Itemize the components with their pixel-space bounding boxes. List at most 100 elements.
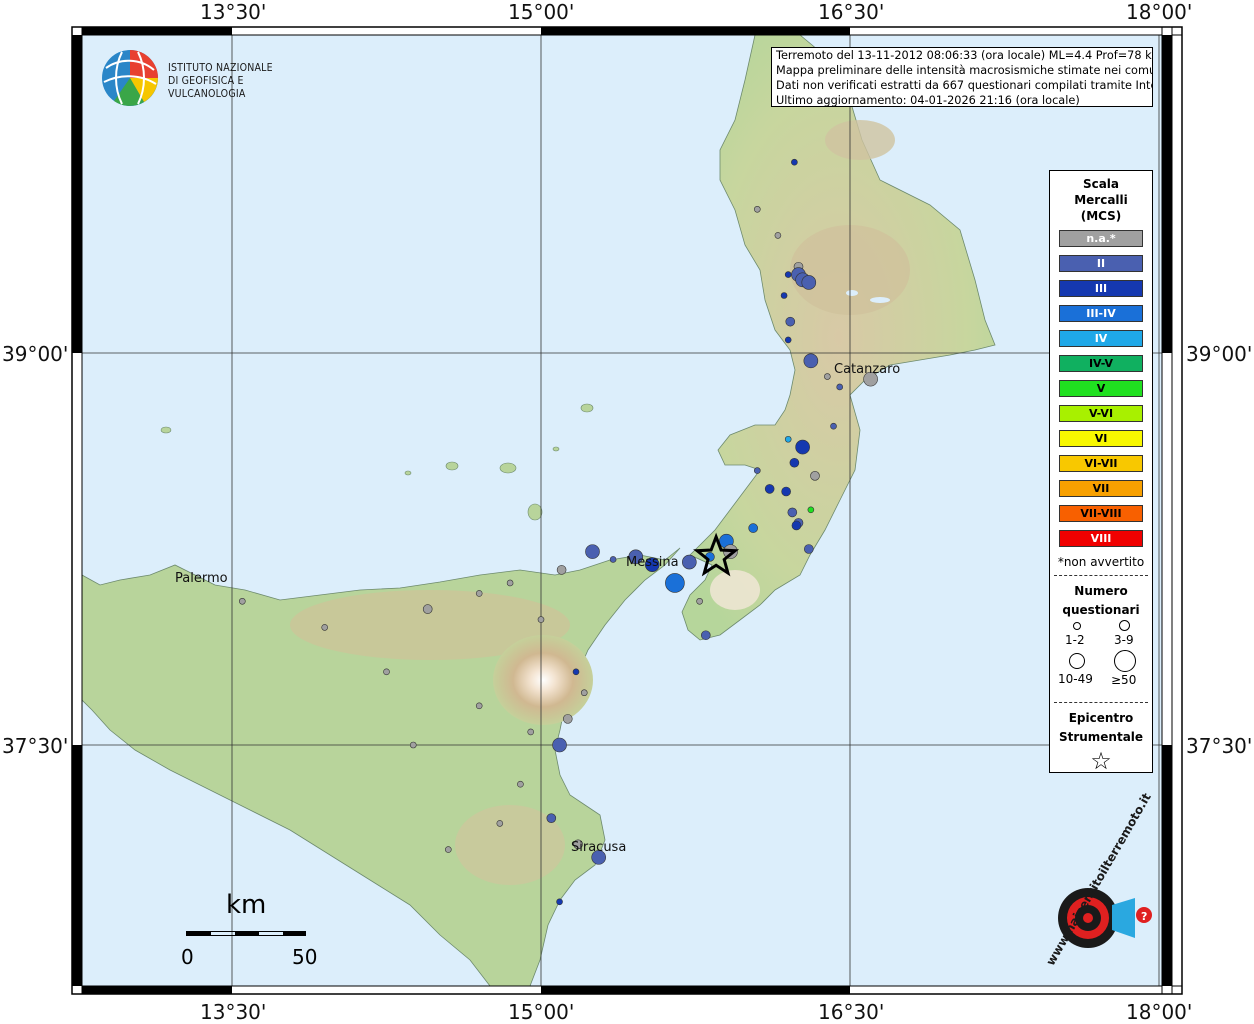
legend-title: Scala Mercalli (MCS)	[1050, 176, 1152, 224]
count-title-line1: Numero	[1074, 584, 1128, 598]
intensity-point	[795, 439, 810, 455]
island-6	[404, 470, 412, 476]
svg-text:?: ?	[1141, 910, 1147, 923]
intensity-point	[784, 435, 792, 443]
intensity-point	[682, 554, 697, 570]
intensity-point	[585, 544, 600, 559]
intensity-point	[546, 813, 557, 823]
intensity-point	[789, 457, 800, 468]
island-5	[552, 446, 560, 452]
lon-label-bottom-1: 13°30'	[200, 1000, 267, 1024]
count-label-1: 1-2	[1065, 633, 1085, 647]
legend-title-line3: (MCS)	[1080, 209, 1122, 223]
count-title-line2: questionari	[1062, 603, 1140, 617]
lon-label-top-1: 13°30'	[200, 0, 267, 24]
place-messina: Messina	[626, 555, 679, 570]
intensity-swatches: n.a.* II III III-IV IV IV-V V V-VI VI VI-VII VII VI…	[1050, 230, 1152, 547]
lon-label-bottom-2: 15°00'	[508, 1000, 575, 1024]
intensity-point	[409, 741, 417, 749]
swatch-iv-v: IV-V	[1059, 355, 1143, 372]
intensity-point	[824, 373, 831, 380]
intensity-point	[836, 383, 844, 391]
intensity-point	[383, 668, 390, 676]
swatch-iii-iv: III-IV	[1059, 305, 1143, 322]
count-label-2: 3-9	[1114, 633, 1134, 647]
intensity-point	[562, 714, 573, 724]
intensity-point	[321, 624, 329, 631]
island-4	[445, 461, 459, 471]
intensity-point	[665, 573, 685, 593]
intensity-point	[787, 507, 798, 518]
lake-1	[870, 297, 890, 303]
scale-min-label: 0	[181, 945, 194, 969]
logo-line2: DI GEOFISICA E VULCANOLOGIA	[168, 75, 246, 100]
place-siracusa: Siracusa	[571, 840, 626, 855]
swatch-iii: III	[1059, 280, 1143, 297]
info-line2: Mappa preliminare delle intensità macros…	[776, 64, 1153, 77]
intensity-point	[774, 232, 782, 239]
info-line1: Terremoto del 13-11-2012 08:06:33 (ora l…	[776, 49, 1153, 62]
count-classes: 1-2 3-9 10-49 ≥50	[1050, 620, 1152, 696]
count-circle-xlarge	[1114, 650, 1136, 672]
count-circle-medium	[1119, 620, 1130, 631]
lon-label-top-4: 18°00'	[1126, 0, 1193, 24]
intensity-point	[496, 820, 504, 827]
intensity-point	[700, 630, 711, 641]
globe-icon	[102, 50, 158, 106]
lon-label-bottom-3: 16°30'	[818, 1000, 885, 1024]
intensity-point	[537, 616, 545, 623]
intensity-point	[753, 467, 761, 474]
island-3	[527, 503, 543, 521]
intensity-point	[784, 336, 792, 344]
etna-volcano	[493, 635, 593, 725]
epicenter-title-line2: Strumentale	[1058, 730, 1144, 744]
count-label-3: 10-49	[1058, 672, 1093, 686]
island-7	[160, 426, 172, 434]
intensity-point	[764, 484, 775, 494]
intensity-point	[780, 292, 788, 299]
legend-title-line2: Mercalli	[1074, 193, 1128, 207]
intensity-point	[475, 702, 483, 710]
pollino-highland	[825, 120, 895, 160]
lat-label-right-1: 39°00'	[1186, 342, 1253, 366]
epicenter-legend-star-icon: ☆	[1090, 747, 1112, 775]
intensity-point	[803, 544, 814, 554]
intensity-point	[803, 353, 819, 369]
intensity-point	[807, 506, 815, 514]
info-line3: Dati non verificati estratti da 667 ques…	[776, 79, 1153, 92]
swatch-vi: VI	[1059, 430, 1143, 447]
intensity-point	[830, 422, 837, 430]
count-circle-small	[1073, 622, 1081, 630]
intensity-point	[753, 205, 761, 213]
count-label-4: ≥50	[1111, 673, 1137, 687]
intensity-point	[810, 471, 820, 481]
intensity-point	[506, 579, 514, 587]
logo-line1: ISTITUTO NAZIONALE	[168, 62, 273, 74]
intensity-point	[239, 597, 246, 605]
count-circle-large	[1069, 653, 1085, 669]
swatch-vii: VII	[1059, 480, 1143, 497]
intensity-point	[784, 271, 792, 278]
lat-label-left-1: 39°00'	[2, 342, 69, 366]
island-1	[580, 403, 594, 413]
swatch-v-vi: V-VI	[1059, 405, 1143, 422]
legend-panel: Scala Mercalli (MCS) n.a.* II III III-IV IV I…	[1049, 170, 1153, 773]
scale-bar-graphic	[186, 931, 306, 936]
intensity-point	[801, 275, 817, 290]
lon-label-top-3: 16°30'	[818, 0, 885, 24]
island-2	[499, 462, 517, 474]
intensity-point	[791, 520, 802, 531]
intensity-point	[556, 565, 567, 575]
swatch-ii: II	[1059, 255, 1143, 272]
intensity-point	[609, 556, 617, 563]
intensity-point	[696, 597, 703, 605]
epicenter-title: Epicentro Strumentale	[1050, 709, 1152, 747]
lon-label-bottom-4: 18°00'	[1126, 1000, 1193, 1024]
event-info-box: Terremoto del 13-11-2012 08:06:33 (ora l…	[771, 47, 1153, 107]
legend-title-line1: Scala	[1082, 177, 1120, 191]
intensity-point	[517, 780, 524, 788]
not-felt-note: *non avvertito	[1057, 555, 1145, 569]
swatch-vii-viii: VII-VIII	[1059, 505, 1143, 522]
count-title: Numero questionari	[1050, 582, 1152, 620]
aspromonte-highland	[710, 570, 760, 610]
